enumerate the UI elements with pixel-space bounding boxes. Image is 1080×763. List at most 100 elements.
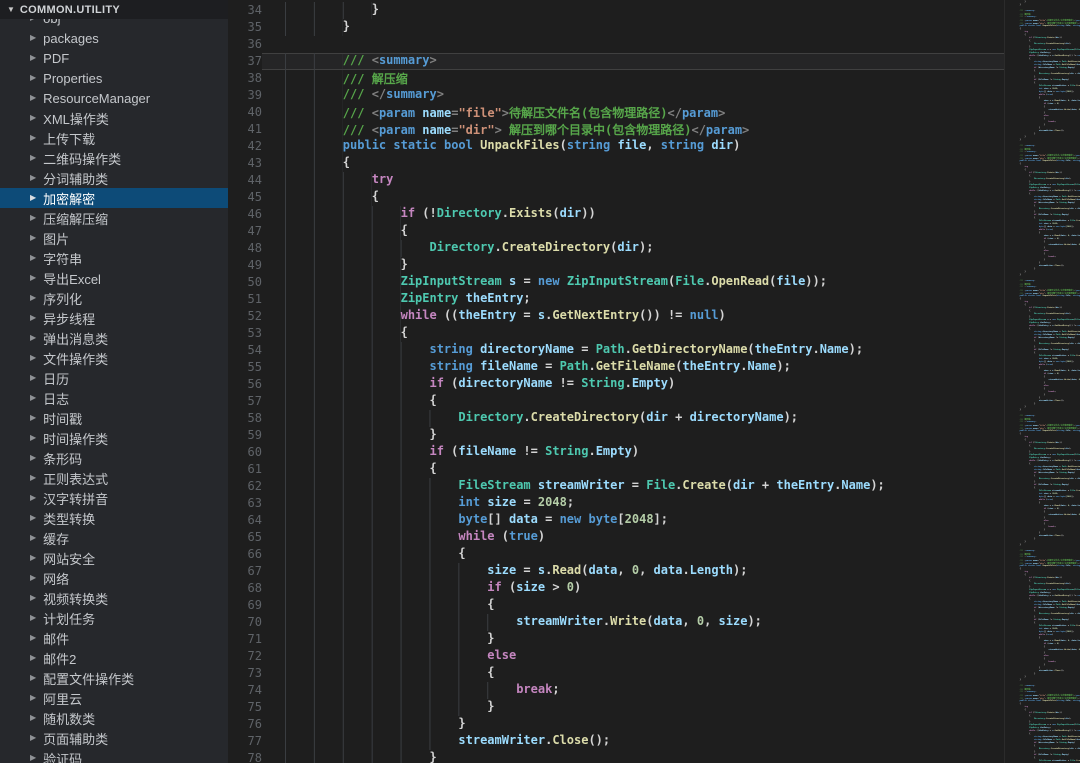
sidebar-item[interactable]: ▶正则表达式 [0, 468, 228, 488]
code-line[interactable]: 37/// <summary> [228, 53, 1004, 70]
sidebar-item[interactable]: ▶时间操作类 [0, 428, 228, 448]
sidebar-item[interactable]: ▶异步线程 [0, 308, 228, 328]
code-token: { [1020, 703, 1021, 705]
sidebar-item[interactable]: ▶邮件 [0, 628, 228, 648]
code-line[interactable]: 75} [228, 699, 1004, 716]
code-line[interactable]: 78} [228, 750, 1004, 763]
code-line[interactable]: 56if (directoryName != String.Empty) [228, 376, 1004, 393]
sidebar-item[interactable]: ▶视频转换类 [0, 588, 228, 608]
code-line[interactable]: 59} [228, 427, 1004, 444]
code-line[interactable]: 34} [228, 2, 1004, 19]
sidebar-item[interactable]: ▶验证码 [0, 748, 228, 763]
code-line[interactable]: 72else [228, 648, 1004, 665]
code-line[interactable]: 66{ [228, 546, 1004, 563]
code-line[interactable]: 55string fileName = Path.GetFileName(the… [228, 359, 1004, 376]
code-line[interactable]: 77streamWriter.Close(); [228, 733, 1004, 750]
sidebar-item[interactable]: ▶上传下载 [0, 128, 228, 148]
code-line[interactable]: 68if (size > 0) [228, 580, 1004, 597]
code-line[interactable]: 42public static bool UnpackFiles(string … [228, 138, 1004, 155]
indent-guide [285, 410, 458, 427]
code-line[interactable]: 69{ [228, 597, 1004, 614]
sidebar-section-header[interactable]: ▼ COMMON.UTILITY [0, 0, 228, 19]
code-token: 待解压文件名(包含物理路径) [509, 106, 667, 120]
sidebar-item[interactable]: ▶邮件2 [0, 648, 228, 668]
code-line[interactable]: 49} [228, 257, 1004, 274]
code-line[interactable]: 39/// </summary> [228, 87, 1004, 104]
code-line[interactable]: 76} [228, 716, 1004, 733]
sidebar-item[interactable]: ▶分词辅助类 [0, 168, 228, 188]
sidebar-item[interactable]: ▶日历 [0, 368, 228, 388]
code-token: Exists [1047, 37, 1054, 39]
code-token: { [1044, 376, 1045, 378]
minimap[interactable]: }}/// <summary>/// 解压缩/// </summary>/// … [1004, 0, 1080, 763]
code-line[interactable]: 65while (true) [228, 529, 1004, 546]
sidebar-item[interactable]: ▶packages [0, 28, 228, 48]
sidebar-item[interactable]: ▶页面辅助类 [0, 728, 228, 748]
code-line[interactable]: 46if (!Directory.Exists(dir)) [228, 206, 1004, 223]
sidebar-item[interactable]: ▶PDF [0, 48, 228, 68]
code-line[interactable]: 47{ [228, 223, 1004, 240]
sidebar-item[interactable]: ▶类型转换 [0, 508, 228, 528]
sidebar-item[interactable]: ▶字符串 [0, 248, 228, 268]
sidebar-item[interactable]: ▶汉字转拼音 [0, 488, 228, 508]
sidebar-item[interactable]: ▶阿里云 [0, 688, 228, 708]
code-line[interactable]: 57{ [228, 393, 1004, 410]
sidebar-item[interactable]: ▶配置文件操作类 [0, 668, 228, 688]
sidebar-item[interactable]: ▶文件操作类 [0, 348, 228, 368]
code-token: [ [617, 512, 624, 526]
code-line[interactable]: 51ZipEntry theEntry; [228, 291, 1004, 308]
sidebar-item[interactable]: ▶二维码操作类 [0, 148, 228, 168]
code-line[interactable]: 73{ [228, 665, 1004, 682]
code-token: streamWriter [1049, 109, 1063, 111]
sidebar-item[interactable]: ▶网站安全 [0, 548, 228, 568]
code-line[interactable]: 43{ [228, 155, 1004, 172]
code-line[interactable]: 54string directoryName = Path.GetDirecto… [228, 342, 1004, 359]
sidebar-item[interactable]: ▶日志 [0, 388, 228, 408]
sidebar-item[interactable]: ▶图片 [0, 228, 228, 248]
sidebar-item[interactable]: ▶ResourceManager [0, 88, 228, 108]
code-line[interactable]: 61{ [228, 461, 1004, 478]
code-line[interactable]: 71} [228, 631, 1004, 648]
sidebar-item[interactable]: ▶缓存 [0, 528, 228, 548]
code-line[interactable]: 41/// <param name="dir"> 解压到哪个目录中(包含物理路径… [228, 121, 1004, 138]
code-line[interactable]: 53{ [228, 325, 1004, 342]
sidebar-item[interactable]: ▶压缩解压缩 [0, 208, 228, 228]
code-line[interactable]: 36 [228, 36, 1004, 53]
code-line[interactable]: 40/// <param name="file">待解压文件名(包含物理路径)<… [228, 104, 1004, 121]
sidebar-item[interactable]: ▶弹出消息类 [0, 328, 228, 348]
sidebar-item[interactable]: ▶计划任务 [0, 608, 228, 628]
code-token: ( [444, 376, 458, 390]
sidebar-item[interactable]: ▶随机数类 [0, 708, 228, 728]
code-line[interactable]: 48Directory.CreateDirectory(dir); [228, 240, 1004, 257]
code-line[interactable]: 67size = s.Read(data, 0, data.Length); [228, 563, 1004, 580]
code-area[interactable]: 34}35}3637/// <summary>38/// 解压缩39/// </… [228, 2, 1004, 763]
sidebar-item[interactable]: ▶XML操作类 [0, 108, 228, 128]
code-editor[interactable]: 34}35}3637/// <summary>38/// 解压缩39/// </… [228, 0, 1004, 763]
code-line[interactable]: 64byte[] data = new byte[2048]; [228, 512, 1004, 529]
code-line[interactable]: 50ZipInputStream s = new ZipInputStream(… [228, 274, 1004, 291]
sidebar-item[interactable]: ▶网络 [0, 568, 228, 588]
code-line[interactable]: 35} [228, 19, 1004, 36]
code-token: { [1029, 445, 1030, 447]
code-line[interactable]: 63int size = 2048; [228, 495, 1004, 512]
indent-guide [285, 750, 429, 763]
line-number: 40 [228, 104, 262, 121]
sidebar-item[interactable]: ▶时间戳 [0, 408, 228, 428]
code-line[interactable]: 58Directory.CreateDirectory(dir + direct… [228, 410, 1004, 427]
sidebar-item[interactable]: ▶Properties [0, 68, 228, 88]
code-line[interactable]: 45{ [228, 189, 1004, 206]
sidebar-item[interactable]: ▶加密解密 [0, 188, 228, 208]
sidebar-item[interactable]: ▶导出Excel [0, 268, 228, 288]
code-line[interactable]: 70streamWriter.Write(data, 0, size); [228, 614, 1004, 631]
code-line[interactable]: 44try [228, 172, 1004, 189]
code-line[interactable]: 52while ((theEntry = s.GetNextEntry()) !… [228, 308, 1004, 325]
code-line[interactable]: 60if (fileName != String.Empty) [228, 444, 1004, 461]
code-token: Exists [1047, 577, 1054, 579]
sidebar-item[interactable]: ▶条形码 [0, 448, 228, 468]
sidebar-item[interactable]: ▶序列化 [0, 288, 228, 308]
code-line[interactable]: 38/// 解压缩 [228, 70, 1004, 87]
code-line[interactable]: 62FileStream streamWriter = File.Create(… [228, 478, 1004, 495]
sidebar-item-label: PDF [43, 51, 69, 66]
code-token: CreateDirectory [1046, 178, 1064, 180]
code-line[interactable]: 74break; [228, 682, 1004, 699]
